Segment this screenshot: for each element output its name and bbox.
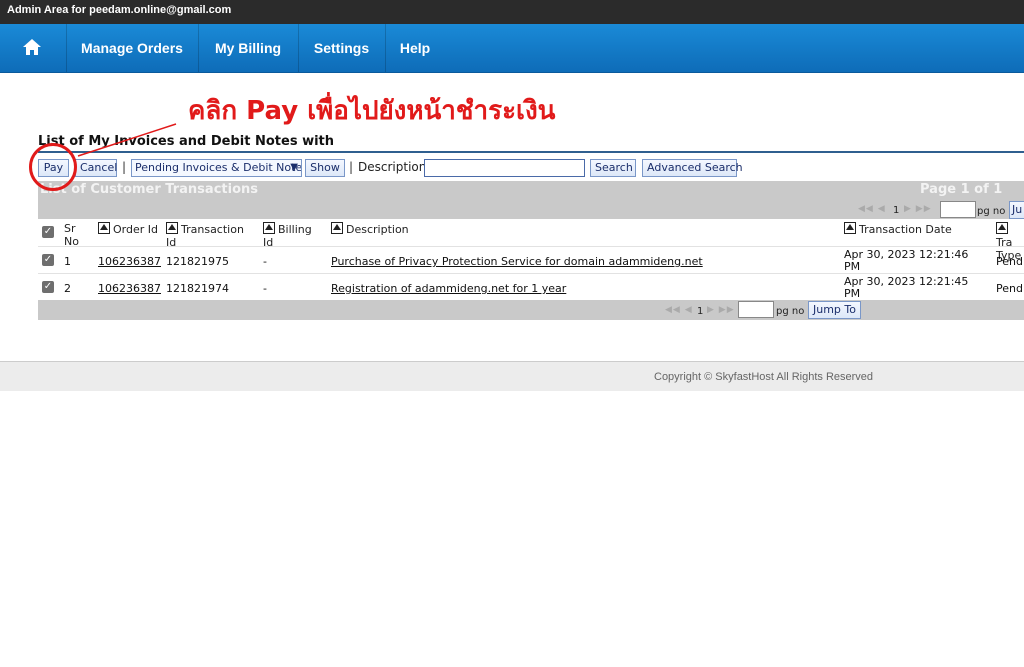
jump-to-button[interactable]: Jump To — [808, 301, 861, 319]
footer: Copyright © SkyfastHost All Rights Reser… — [0, 361, 1024, 391]
transaction-id: 121821974 — [166, 282, 229, 295]
toolbar-separator: | — [122, 160, 127, 174]
header-order-id[interactable]: Order Id — [98, 222, 158, 236]
home-icon — [23, 39, 41, 55]
pager-prev-icons[interactable]: ◀◀ ◀ — [665, 305, 693, 315]
row-sr: 1 — [64, 255, 71, 268]
header-description[interactable]: Description — [331, 222, 409, 236]
pager-page-number: 1 — [893, 205, 900, 216]
nav-home[interactable] — [0, 24, 67, 72]
pager-next-icons[interactable]: ▶ ▶▶ — [904, 204, 932, 214]
admin-area-text: Admin Area for peedam.online@gmail.com — [7, 4, 232, 16]
chevron-down-icon: ▼ — [290, 162, 298, 173]
pager-next-icons[interactable]: ▶ ▶▶ — [707, 305, 735, 315]
transaction-id: 121821975 — [166, 255, 229, 268]
header-transaction-date[interactable]: Transaction Date — [844, 222, 952, 236]
pager-prev-icons[interactable]: ◀◀ ◀ — [858, 204, 886, 214]
header-sr-no[interactable]: Sr No — [64, 222, 79, 248]
sort-icon — [263, 222, 275, 234]
header-billing-id[interactable]: Billing Id — [263, 222, 312, 249]
description-link[interactable]: Purchase of Privacy Protection Service f… — [331, 256, 703, 268]
select-all-checkbox[interactable]: ✓ — [42, 226, 54, 238]
show-button[interactable]: Show — [305, 159, 345, 177]
sort-icon — [844, 222, 856, 234]
transaction-type: Pendi — [996, 255, 1024, 268]
bottom-pager-bar — [38, 300, 1024, 320]
cancel-button[interactable]: Cancel — [75, 159, 117, 177]
page-number-input[interactable] — [738, 301, 774, 318]
nav-manage-orders[interactable]: Manage Orders — [66, 24, 199, 72]
invoice-filter-select[interactable]: Pending Invoices & Debit Notes ▼ — [131, 159, 302, 177]
description-input[interactable] — [424, 159, 585, 177]
pay-highlight-circle — [29, 143, 77, 191]
sort-icon — [331, 222, 343, 234]
transaction-date-ampm: PM — [844, 287, 861, 300]
sort-icon — [996, 222, 1008, 234]
invoice-filter-value: Pending Invoices & Debit Notes — [135, 161, 302, 174]
copyright-text: Copyright © SkyfastHost All Rights Reser… — [654, 371, 874, 383]
nav-help[interactable]: Help — [385, 24, 445, 72]
nav-my-billing[interactable]: My Billing — [198, 24, 299, 72]
main-nav: Manage Orders My Billing Settings Help — [0, 24, 1024, 73]
annotation-text: คลิก Pay เพื่อไปยังหน้าชำระเงิน — [188, 96, 556, 126]
row-sr: 2 — [64, 282, 71, 295]
description-label: Description — [358, 160, 427, 174]
admin-topbar: Admin Area for peedam.online@gmail.com — [0, 0, 1024, 24]
title-divider — [38, 151, 1024, 153]
billing-id: - — [263, 255, 267, 268]
order-id-link[interactable]: 106236387 — [98, 283, 161, 295]
sort-icon — [166, 222, 178, 234]
nav-settings[interactable]: Settings — [298, 24, 386, 72]
header-transaction-id[interactable]: Transaction Id — [166, 222, 244, 249]
toolbar-separator-2: | — [349, 160, 354, 174]
transaction-date: Apr 30, 2023 12:21:46 — [844, 248, 969, 261]
search-button[interactable]: Search — [590, 159, 636, 177]
page-info: Page 1 of 1 — [920, 182, 1003, 197]
order-id-link[interactable]: 106236387 — [98, 256, 161, 268]
row-divider — [38, 273, 1024, 274]
page-number-input[interactable] — [940, 201, 976, 218]
transactions-bar-title: List of Customer Transactions — [40, 182, 258, 197]
page-title: List of My Invoices and Debit Notes with — [38, 134, 335, 149]
pg-no-label: pg no — [776, 306, 805, 317]
row-checkbox[interactable]: ✓ — [42, 254, 54, 266]
transaction-type: Pendi — [996, 282, 1024, 295]
transaction-date-ampm: PM — [844, 260, 861, 273]
pager-page-number: 1 — [697, 306, 704, 317]
row-divider — [38, 246, 1024, 247]
advanced-search-button[interactable]: Advanced Search — [642, 159, 743, 177]
sort-icon — [98, 222, 110, 234]
pg-no-label: pg no — [977, 206, 1006, 217]
row-checkbox[interactable]: ✓ — [42, 281, 54, 293]
jump-to-button-top[interactable]: Ju — [1009, 201, 1024, 219]
billing-id: - — [263, 282, 267, 295]
description-link[interactable]: Registration of adammideng.net for 1 yea… — [331, 283, 566, 295]
transaction-date: Apr 30, 2023 12:21:45 — [844, 275, 969, 288]
